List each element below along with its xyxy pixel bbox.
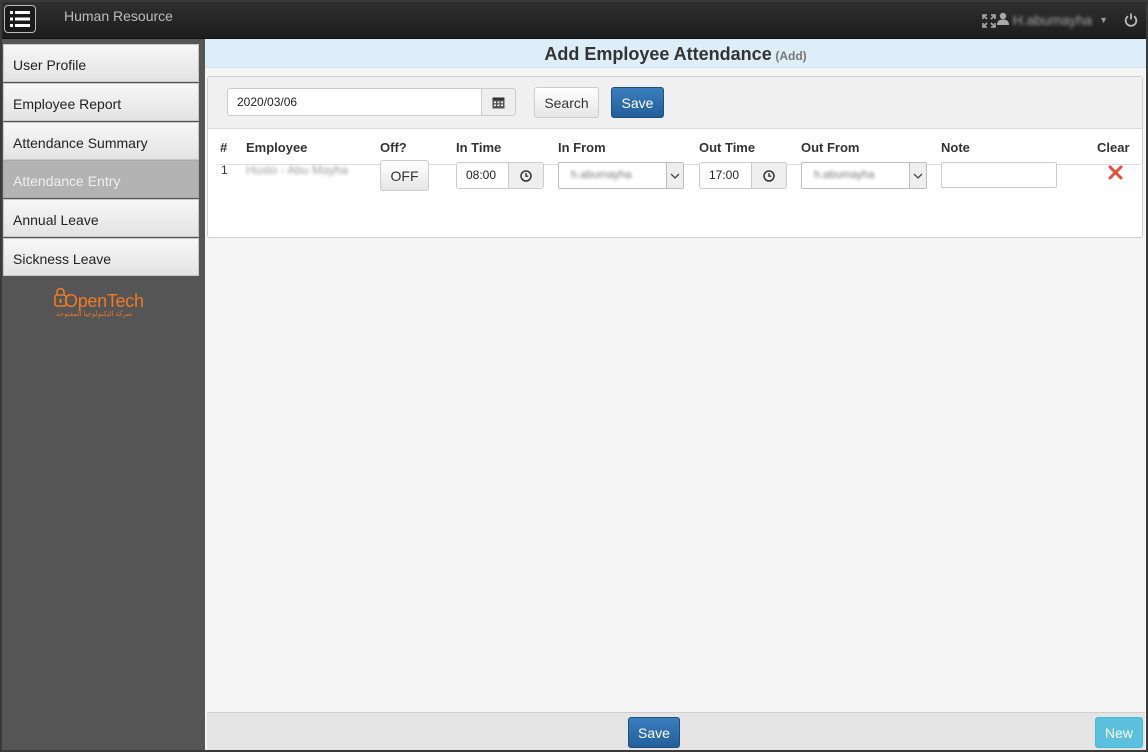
table-row: 1 Husto - Abu Mayha OFF 08:00 h.abumayha xyxy=(216,160,1141,225)
in-time-input[interactable]: 08:00 xyxy=(456,162,509,189)
logo-name: OpenTech xyxy=(64,291,144,311)
save-button-top[interactable]: Save xyxy=(611,87,664,118)
off-toggle-button[interactable]: OFF xyxy=(380,160,429,191)
col-index: # xyxy=(220,140,228,155)
chevron-down-icon: ▼ xyxy=(1099,15,1108,25)
main-content: Add Employee Attendance (Add) 2020/03/06 xyxy=(205,39,1146,750)
sidebar-item-annual-leave[interactable]: Annual Leave xyxy=(3,199,199,237)
user-name: H.abumayha xyxy=(1012,12,1093,28)
col-out-from: Out From xyxy=(801,140,860,155)
col-note: Note xyxy=(941,140,970,155)
user-icon xyxy=(996,12,1009,28)
filter-toolbar: 2020/03/06 Search Save xyxy=(208,77,1142,129)
page-header: Add Employee Attendance (Add) xyxy=(205,39,1146,68)
row-index: 1 xyxy=(221,163,228,177)
chevron-down-icon xyxy=(909,163,926,188)
page-mode: (Add) xyxy=(775,49,807,63)
opentech-logo: OpenTech شركة التكنولوجيا المفتوحة xyxy=(54,287,154,319)
sidebar-item-employee-report[interactable]: Employee Report xyxy=(3,83,199,121)
clock-icon[interactable] xyxy=(751,162,787,189)
sidebar: User Profile Employee Report Attendance … xyxy=(2,39,203,750)
top-navbar: Human Resource H.abumayha ▼ xyxy=(2,2,1146,39)
in-from-value: h.abumayha xyxy=(571,169,632,181)
col-in-from: In From xyxy=(558,140,606,155)
sidebar-item-attendance-summary[interactable]: Attendance Summary xyxy=(3,122,199,160)
new-button[interactable]: New xyxy=(1095,717,1143,748)
sidebar-item-user-profile[interactable]: User Profile xyxy=(3,44,199,82)
logo-subtitle: شركة التكنولوجيا المفتوحة xyxy=(56,311,133,318)
table-header: # Employee Off? In Time In From Out Time… xyxy=(216,129,1141,165)
in-from-select[interactable]: h.abumayha xyxy=(558,162,684,189)
calendar-icon[interactable] xyxy=(481,88,516,116)
clear-icon[interactable] xyxy=(1108,165,1123,183)
col-clear: Clear xyxy=(1097,140,1130,155)
col-in-time: In Time xyxy=(456,140,502,155)
page-title: Add Employee Attendance xyxy=(544,44,772,64)
list-icon[interactable] xyxy=(4,5,36,33)
clock-icon[interactable] xyxy=(508,162,544,189)
out-from-value: h.abumayha xyxy=(814,169,875,181)
sidebar-item-sickness-leave[interactable]: Sickness Leave xyxy=(3,238,199,276)
expand-icon[interactable] xyxy=(982,14,996,31)
date-input[interactable]: 2020/03/06 xyxy=(227,88,481,116)
app-window: Human Resource H.abumayha ▼ User Profile… xyxy=(0,0,1148,752)
power-icon[interactable] xyxy=(1124,13,1138,30)
col-off: Off? xyxy=(380,140,407,155)
col-employee: Employee xyxy=(246,140,308,155)
search-button[interactable]: Search xyxy=(534,87,599,118)
app-title: Human Resource xyxy=(64,8,173,24)
sidebar-item-attendance-entry[interactable]: Attendance Entry xyxy=(3,160,199,198)
note-textarea[interactable] xyxy=(941,162,1057,188)
save-button-bottom[interactable]: Save xyxy=(628,717,680,748)
chevron-down-icon xyxy=(666,163,683,188)
user-menu[interactable]: H.abumayha ▼ xyxy=(996,12,1108,28)
footer-bar: Save New xyxy=(207,712,1145,750)
out-time-input[interactable]: 17:00 xyxy=(699,162,752,189)
attendance-panel: 2020/03/06 Search Save # Employee Off? I… xyxy=(207,76,1143,238)
col-out-time: Out Time xyxy=(699,140,756,155)
out-from-select[interactable]: h.abumayha xyxy=(801,162,927,189)
employee-name: Husto - Abu Mayha xyxy=(246,163,349,177)
